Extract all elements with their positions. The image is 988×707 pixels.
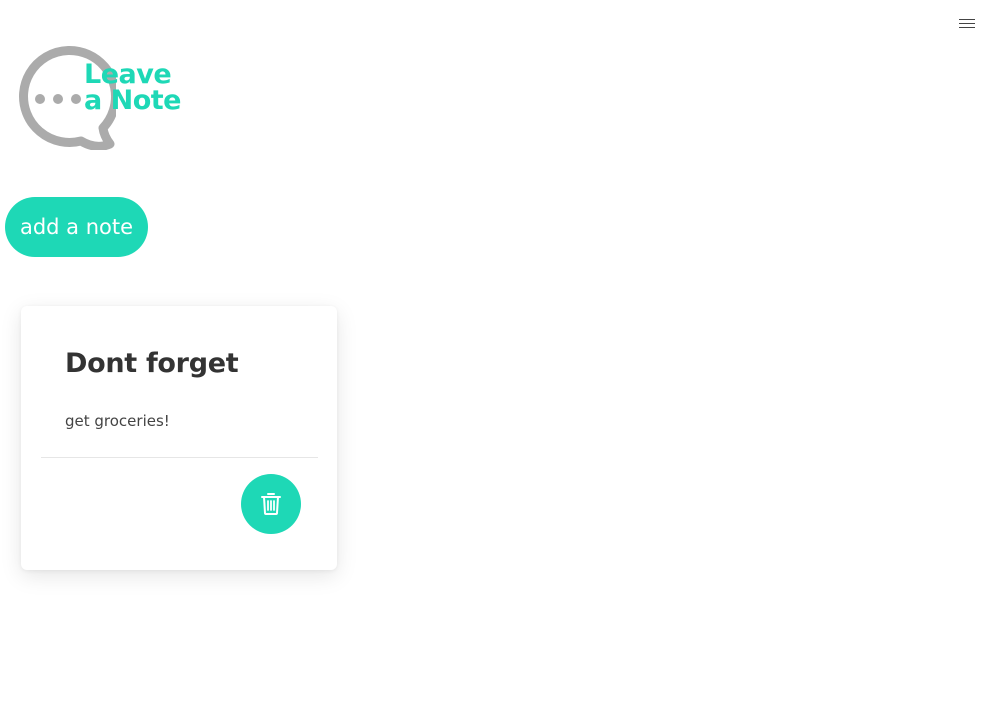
note-content: get groceries!: [65, 412, 170, 430]
logo-line-2: a Note: [84, 85, 181, 116]
note-divider: [41, 457, 318, 458]
menu-bar: [959, 26, 975, 28]
app-logo: Leave a Note: [6, 44, 192, 150]
page: Leave a Note add a note Dont forget get …: [0, 0, 988, 707]
trash-icon: [261, 493, 281, 515]
hamburger-menu-icon[interactable]: [955, 12, 979, 34]
add-note-button[interactable]: add a note: [5, 197, 148, 257]
note-title: Dont forget: [65, 348, 239, 379]
menu-bar: [959, 22, 975, 24]
logo-wordmark: Leave a Note: [84, 61, 181, 116]
menu-bar: [959, 18, 975, 20]
delete-note-button[interactable]: [241, 474, 301, 534]
note-card: Dont forget get groceries!: [21, 306, 337, 570]
